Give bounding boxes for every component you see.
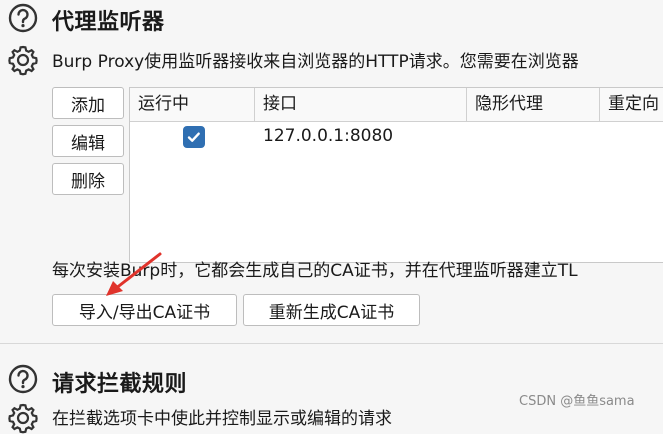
column-interface[interactable]: 接口 bbox=[255, 88, 467, 121]
remove-button[interactable]: 删除 bbox=[52, 163, 124, 195]
running-checkbox[interactable] bbox=[183, 126, 205, 148]
gear-icon[interactable] bbox=[7, 44, 39, 76]
intercept-rules-title: 请求拦截规则 bbox=[52, 372, 188, 397]
interface-cell: 127.0.0.1:8080 bbox=[263, 126, 394, 146]
gear-icon[interactable] bbox=[7, 402, 39, 434]
watermark: CSDN @鱼鱼sama bbox=[519, 394, 635, 409]
table-row[interactable]: 127.0.0.1:8080 bbox=[130, 122, 663, 152]
add-button[interactable]: 添加 bbox=[52, 87, 124, 119]
listeners-description: Burp Proxy使用监听器接收来自浏览器的HTTP请求。您需要在浏览器 bbox=[52, 52, 579, 72]
page-title: 代理监听器 bbox=[52, 10, 165, 35]
column-invisible[interactable]: 隐形代理 bbox=[467, 88, 600, 121]
column-running[interactable]: 运行中 bbox=[130, 88, 255, 121]
column-redirect[interactable]: 重定向 bbox=[600, 88, 663, 121]
listeners-table: 运行中 接口 隐形代理 重定向 127.0.0.1:8080 bbox=[129, 87, 663, 263]
annotation-arrow-icon bbox=[100, 251, 164, 303]
help-icon[interactable] bbox=[8, 3, 38, 33]
section-divider bbox=[0, 343, 663, 344]
help-icon[interactable] bbox=[8, 364, 38, 394]
regenerate-ca-button[interactable]: 重新生成CA证书 bbox=[243, 294, 420, 326]
table-header: 运行中 接口 隐形代理 重定向 bbox=[130, 88, 663, 122]
intercept-rules-description: 在拦截选项卡中使此并控制显示或编辑的请求 bbox=[52, 409, 392, 429]
edit-button[interactable]: 编辑 bbox=[52, 125, 124, 157]
check-icon bbox=[187, 132, 200, 142]
